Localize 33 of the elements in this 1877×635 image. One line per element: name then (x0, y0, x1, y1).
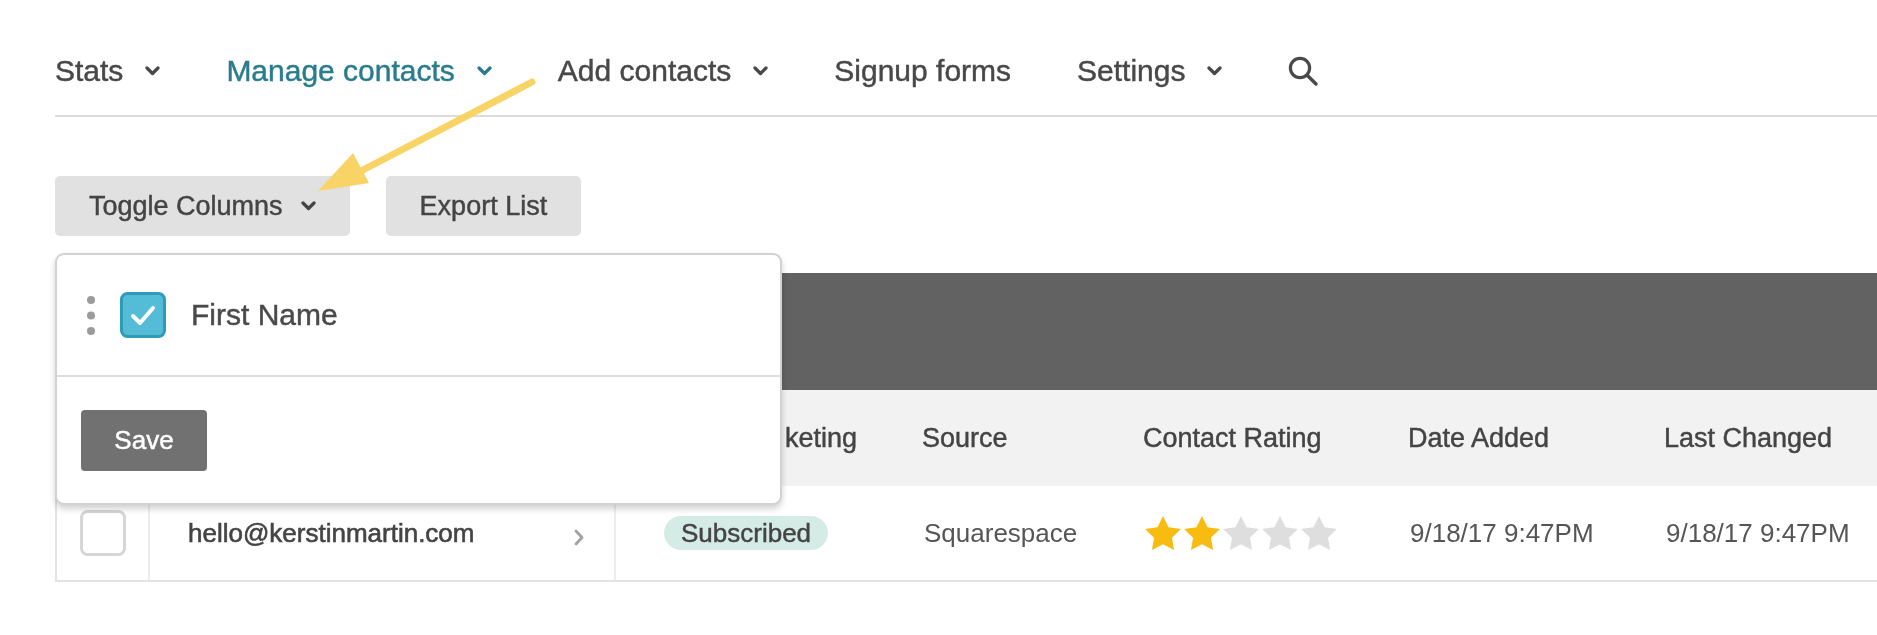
star-icon (1145, 516, 1181, 550)
export-list-button[interactable]: Export List (385, 176, 582, 236)
star-icon (1301, 516, 1337, 550)
search-icon[interactable] (1288, 56, 1319, 86)
star-icon (1184, 516, 1220, 550)
chevron-down-icon (753, 66, 769, 76)
nav-link[interactable]: Settings (1077, 54, 1223, 88)
nav-link[interactable]: Add contacts (557, 54, 769, 88)
nav-link[interactable]: Signup forms (834, 54, 1012, 88)
table-cell: 9/18/17 9:47PM (1666, 517, 1850, 549)
chevron-down-icon (476, 66, 492, 76)
chevron-down-icon (145, 66, 161, 76)
chevron-down-icon (1207, 66, 1223, 76)
column-header: Date Added (1408, 422, 1550, 454)
column-header: keting (785, 422, 858, 454)
table-cell: 9/18/17 9:47PM (1410, 517, 1594, 549)
column-header: Last Changed (1664, 422, 1833, 454)
column-header: Contact Rating (1143, 422, 1322, 454)
status-badge: Subscribed (664, 516, 829, 550)
star-icon (1223, 516, 1259, 550)
table-cell: Squarespace (924, 517, 1078, 549)
toggle-columns-button[interactable]: Toggle Columns (55, 176, 350, 236)
nav-link[interactable]: Manage contacts (226, 54, 492, 88)
star-icon (1262, 516, 1298, 550)
drag-handle-icon[interactable] (87, 295, 95, 335)
column-option-label: First Name (191, 298, 338, 332)
column-header: Source (922, 422, 1008, 454)
save-button[interactable]: Save (81, 410, 207, 471)
contact-email: hello@kerstinmartin.com (188, 517, 475, 549)
nav-link[interactable]: Stats (55, 54, 161, 88)
chevron-right-icon[interactable] (574, 528, 584, 546)
chevron-down-icon (300, 201, 316, 211)
checkbox[interactable] (120, 292, 166, 338)
